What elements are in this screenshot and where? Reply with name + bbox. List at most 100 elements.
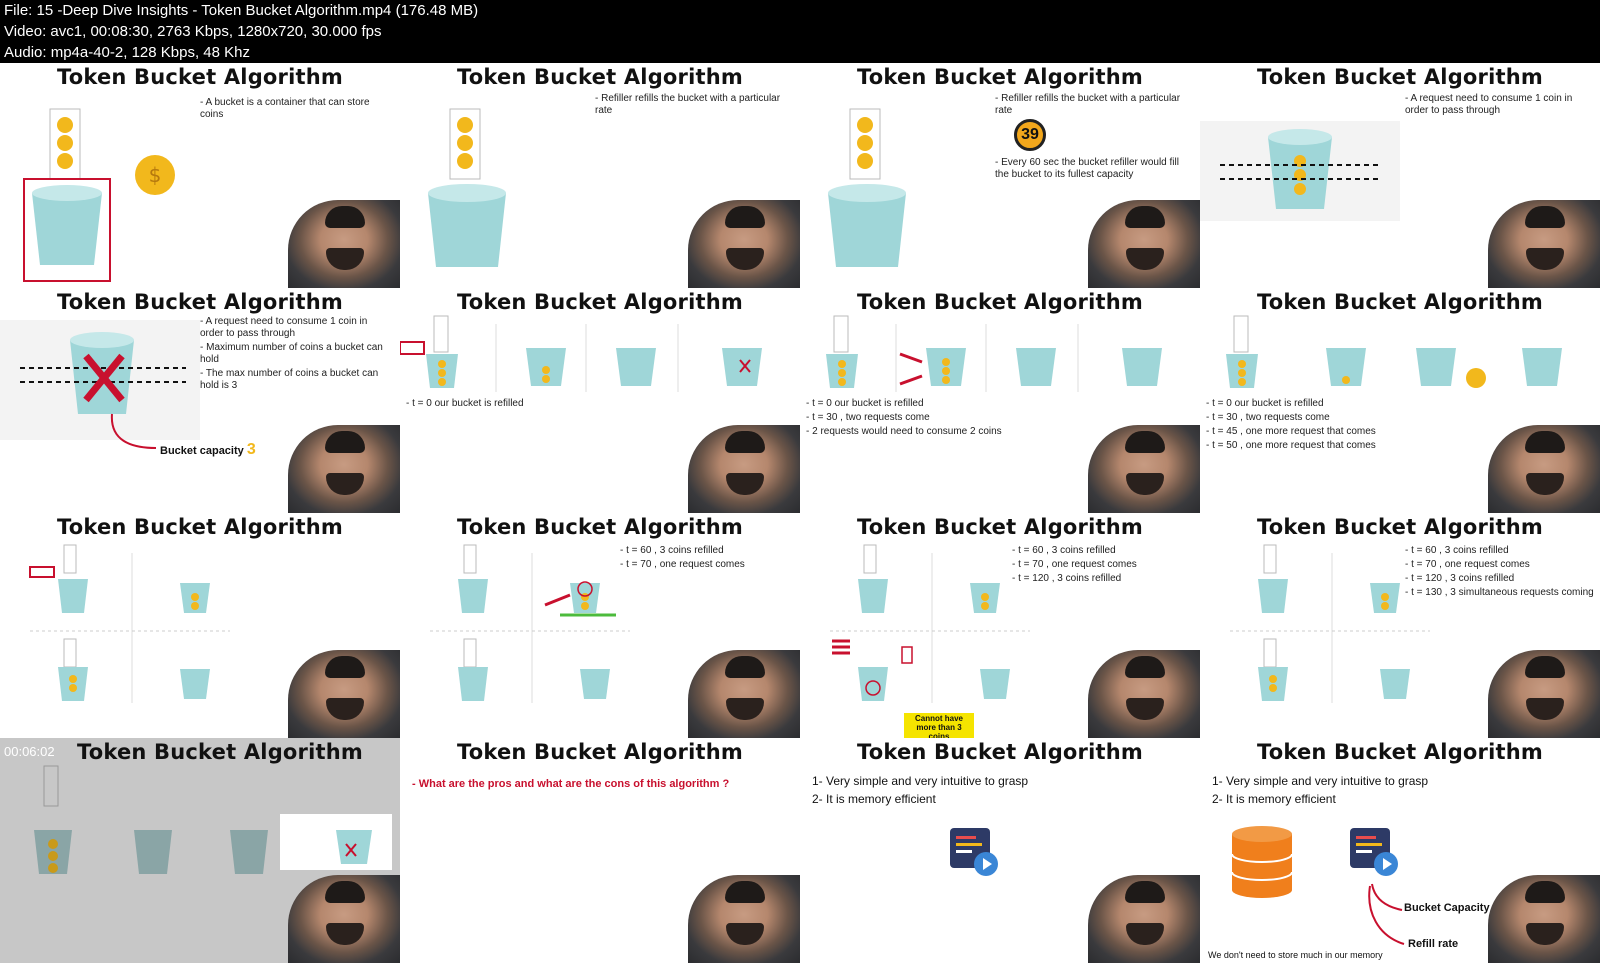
code-gear-icon xyxy=(1350,828,1398,876)
bucket-capacity-label: Bucket Capacity xyxy=(1404,902,1490,914)
bullet: - t = 70 , one request comes xyxy=(1012,559,1137,570)
file-line: File: 15 -Deep Dive Insights - Token Buc… xyxy=(4,2,479,19)
bullet: - t = 30 , two requests come xyxy=(1206,412,1330,423)
bullet: - Refiller refills the bucket with a par… xyxy=(995,93,1181,116)
pro-item: 1- Very simple and very intuitive to gra… xyxy=(1212,774,1429,788)
bullet: - A request need to consume 1 coin in or… xyxy=(200,316,368,339)
thumbnail-1[interactable]: Token Bucket Algorithm $ - A bucket is a… xyxy=(0,63,400,288)
timeline-diagram xyxy=(1226,315,1562,388)
bullet-list: - Refiller refills the bucket with a par… xyxy=(595,93,785,119)
slide-title: Token Bucket Algorithm xyxy=(856,515,1143,539)
thumbnail-8[interactable]: Token Bucket Algorithm - t = 0 our bucke… xyxy=(1200,288,1600,513)
grid-diagram xyxy=(29,544,230,703)
audio-line: Audio: mp4a-40-2, 128 Kbps, 48 Khz xyxy=(4,44,250,61)
slide-title: Token Bucket Algorithm xyxy=(1256,740,1543,764)
bullet: - t = 120 , 3 coins refilled xyxy=(1012,573,1122,584)
bullet-list: - t = 0 our bucket is refilled - t = 30 … xyxy=(806,398,1106,440)
bullet: - t = 50 , one more request that comes xyxy=(1206,440,1376,451)
thumbnail-16[interactable]: Token Bucket Algorithm 1- Very simple an… xyxy=(1200,738,1600,963)
bullet: - Refiller refills the bucket with a par… xyxy=(595,93,781,116)
slide-title: Token Bucket Algorithm xyxy=(456,740,743,764)
pro-item: 2- It is memory efficient xyxy=(812,792,936,806)
bullet: - 2 requests would need to consume 2 coi… xyxy=(806,426,1002,437)
video-line: Video: avc1, 00:08:30, 2763 Kbps, 1280x7… xyxy=(4,23,382,40)
timeline-diagram xyxy=(400,315,762,392)
thumbnail-7[interactable]: Token Bucket Algorithm - t = 0 our bucke… xyxy=(800,288,1200,513)
slide-title: Token Bucket Algorithm xyxy=(456,515,743,539)
bullet: - t = 30 , two requests come xyxy=(806,412,930,423)
svg-text:$: $ xyxy=(149,163,162,187)
bullet-list: - t = 0 our bucket is refilled xyxy=(406,398,706,412)
presenter-video xyxy=(688,650,800,738)
presenter-video xyxy=(288,650,400,738)
presenter-video xyxy=(1488,200,1600,288)
question-text: - What are the pros and what are the con… xyxy=(412,778,730,790)
thumbnail-15[interactable]: Token Bucket Algorithm 1- Very simple an… xyxy=(800,738,1200,963)
grid-diagram xyxy=(830,544,1030,703)
presenter-video xyxy=(288,200,400,288)
thumbnail-2[interactable]: Token Bucket Algorithm - Refiller refill… xyxy=(400,63,800,288)
presenter-video xyxy=(1488,875,1600,963)
thumbnail-9[interactable]: Token Bucket Algorithm xyxy=(0,513,400,738)
bullet: - t = 60 , 3 coins refilled xyxy=(1405,545,1509,556)
thumbnail-10[interactable]: Token Bucket Algorithm - t = 60 , 3 coin… xyxy=(400,513,800,738)
bullet-list: - t = 60 , 3 coins refilled - t = 70 , o… xyxy=(1405,545,1595,601)
presenter-video xyxy=(1088,650,1200,738)
bullet: - t = 45 , one more request that comes xyxy=(1206,426,1376,437)
memory-note: We don't need to store much in our memor… xyxy=(1208,950,1383,960)
presenter-video xyxy=(1488,650,1600,738)
bullet: - t = 60 , 3 coins refilled xyxy=(1012,545,1116,556)
slide-title: Token Bucket Algorithm xyxy=(56,290,343,314)
slide-title: Token Bucket Algorithm xyxy=(856,65,1143,89)
thumbnail-14[interactable]: Token Bucket Algorithm - What are the pr… xyxy=(400,738,800,963)
presenter-video xyxy=(688,425,800,513)
presenter-video xyxy=(688,200,800,288)
bucket-capacity-label: Bucket capacity 3 xyxy=(160,441,256,459)
pros-list: 1- Very simple and very intuitive to gra… xyxy=(1212,772,1428,808)
slide-title: Token Bucket Algorithm xyxy=(76,740,363,764)
bucket-diagram xyxy=(828,108,906,267)
bullet-list: - t = 0 our bucket is refilled - t = 30 … xyxy=(1206,398,1506,454)
timestamp: 00:06:02 xyxy=(4,744,55,759)
annot-number: 3 xyxy=(246,441,256,458)
thumbnail-3[interactable]: Token Bucket Algorithm 39 - Refiller ref… xyxy=(800,63,1200,288)
bullet-list: - A request need to consume 1 coin in or… xyxy=(200,316,390,394)
pro-item: 1- Very simple and very intuitive to gra… xyxy=(812,774,1029,788)
bullet: - Maximum number of coins a bucket can h… xyxy=(200,342,383,365)
slide-title: Token Bucket Algorithm xyxy=(1256,65,1543,89)
timeline-diagram xyxy=(826,315,1162,392)
presenter-video xyxy=(1088,200,1200,288)
thumbnail-11[interactable]: Token Bucket Algorithm Cannot have more … xyxy=(800,513,1200,738)
thumbnail-4[interactable]: Token Bucket Algorithm - A request need … xyxy=(1200,63,1600,288)
code-gear-icon xyxy=(950,828,998,876)
bullet: - t = 70 , one request comes xyxy=(1405,559,1530,570)
bullet: - Every 60 sec the bucket refiller would… xyxy=(995,157,1179,180)
bullet: - A request need to consume 1 coin in or… xyxy=(1405,93,1573,116)
refill-rate-label: Refill rate xyxy=(1408,938,1459,950)
file-info-header: File: 15 -Deep Dive Insights - Token Buc… xyxy=(0,0,1600,63)
bullet-list: - t = 60 , 3 coins refilled - t = 70 , o… xyxy=(620,545,795,573)
bucket-diagram xyxy=(428,108,506,267)
presenter-video xyxy=(1088,425,1200,513)
bullet-list: - Refiller refills the bucket with a par… xyxy=(995,93,1185,183)
slide-title: Token Bucket Algorithm xyxy=(1256,290,1543,314)
thumbnail-5[interactable]: Token Bucket Algorithm Bucket capacity 3… xyxy=(0,288,400,513)
slide-title: Token Bucket Algorithm xyxy=(56,65,343,89)
warning-label: Cannot have more than 3 coins xyxy=(904,713,974,738)
slide-title: Token Bucket Algorithm xyxy=(56,515,343,539)
thumbnail-6[interactable]: Token Bucket Algorithm - t = 0 our bucke… xyxy=(400,288,800,513)
bullet-list: - t = 60 , 3 coins refilled - t = 70 , o… xyxy=(1012,545,1192,587)
bullet: - t = 70 , one request comes xyxy=(620,559,745,570)
thumbnail-12[interactable]: Token Bucket Algorithm - t = 60 , 3 coin… xyxy=(1200,513,1600,738)
presenter-video xyxy=(1088,875,1200,963)
bucket-diagram: $ xyxy=(23,108,175,282)
pros-list: 1- Very simple and very intuitive to gra… xyxy=(812,772,1028,808)
bullet: - The max number of coins a bucket can h… xyxy=(200,368,379,391)
presenter-video xyxy=(688,875,800,963)
presenter-video xyxy=(288,875,400,963)
thumbnail-13[interactable]: Token Bucket Algorithm 00:06:02 xyxy=(0,738,400,963)
slide-title: Token Bucket Algorithm xyxy=(856,740,1143,764)
bucket-diagram xyxy=(1200,121,1400,221)
slide-title: Token Bucket Algorithm xyxy=(456,290,743,314)
presenter-video xyxy=(1488,425,1600,513)
